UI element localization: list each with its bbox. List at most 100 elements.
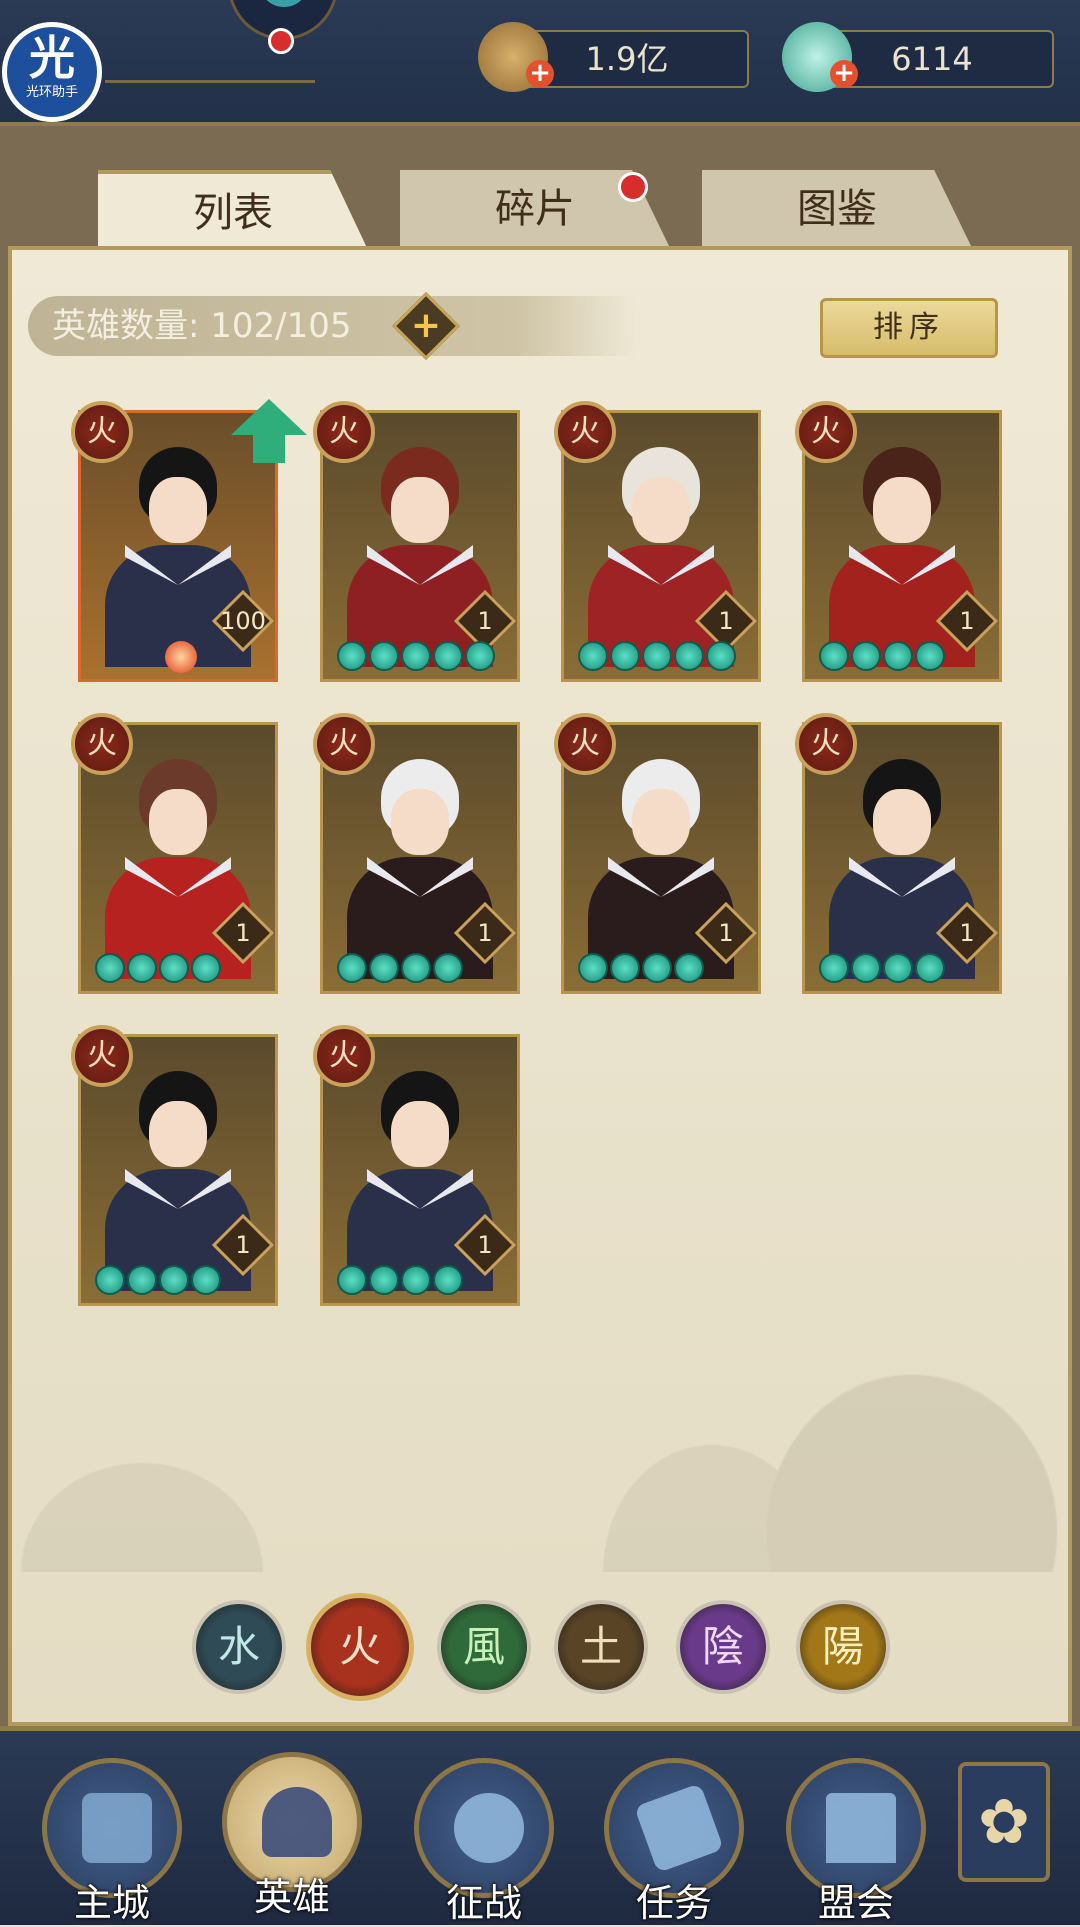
fire-element-icon: 火 <box>71 713 133 775</box>
jade-star-icon <box>915 641 945 671</box>
hero-card[interactable]: 火1 <box>313 1025 520 1306</box>
flame-swirl-icon <box>165 641 197 673</box>
jade-star-icon <box>578 641 608 671</box>
jade-star-icon <box>337 953 367 983</box>
hero-level: 1 <box>718 607 734 635</box>
upgrade-arrow-icon <box>231 399 307 435</box>
jade-star-icon <box>95 1265 125 1295</box>
jade-star-icon <box>369 1265 399 1295</box>
jade-star-icon <box>159 1265 189 1295</box>
jade-star-icon <box>851 953 881 983</box>
hero-level: 1 <box>477 607 493 635</box>
nav-heroes-label: 英雄 <box>253 1875 330 1919</box>
jade-star-icon <box>337 641 367 671</box>
element-filter-6[interactable]: 陽 <box>796 1600 890 1694</box>
hero-level: 100 <box>220 607 266 635</box>
jade-star-icon <box>819 641 849 671</box>
nav-alliance[interactable]: 盟会 <box>786 1758 926 1925</box>
copper-amount: 1.9亿 <box>585 40 669 78</box>
jade-star-icon <box>191 953 221 983</box>
divider <box>105 80 315 83</box>
sort-button[interactable]: 排序 <box>820 298 998 358</box>
element-filter-4[interactable]: 土 <box>554 1600 648 1694</box>
jade-star-icon <box>642 953 672 983</box>
fire-element-icon: 火 <box>795 713 857 775</box>
element-filter-2[interactable]: 火 <box>306 1593 414 1701</box>
jade-amount: 6114 <box>891 40 973 78</box>
hero-level: 1 <box>235 919 251 947</box>
fire-element-icon: 火 <box>795 401 857 463</box>
nav-alliance-label: 盟会 <box>817 1881 894 1925</box>
tab-fragments-label: 碎片 <box>495 186 575 232</box>
hero-card[interactable]: 火1 <box>71 713 278 994</box>
sort-button-label: 排序 <box>873 310 945 345</box>
hero-card[interactable]: 火1 <box>313 401 520 682</box>
hero-level: 1 <box>959 607 975 635</box>
jade-star-icon <box>706 641 736 671</box>
element-filter-5[interactable]: 陰 <box>676 1600 770 1694</box>
element-filter-3[interactable]: 風 <box>437 1600 531 1694</box>
nav-main-city-label: 主城 <box>73 1881 150 1925</box>
fire-element-icon: 火 <box>71 401 133 463</box>
jade-star-icon <box>369 641 399 671</box>
jade-star-icon <box>401 1265 431 1295</box>
hero-level: 1 <box>477 1231 493 1259</box>
hero-count-label: 英雄数量: 102/105 <box>52 306 352 346</box>
jade-star-icon <box>95 953 125 983</box>
element-filter-1[interactable]: 水 <box>192 1600 286 1694</box>
jade-star-icon <box>465 641 495 671</box>
nav-campaign[interactable]: 征战 <box>414 1758 554 1925</box>
notification-dot <box>268 28 294 54</box>
hero-card[interactable]: 火 100 <box>71 399 307 682</box>
jade-star-icon <box>191 1265 221 1295</box>
jade-star-icon <box>915 953 945 983</box>
hero-card[interactable]: 火1 <box>795 401 1002 682</box>
nav-campaign-label: 征战 <box>445 1881 522 1925</box>
helper-badge-glyph: 光 <box>29 31 75 85</box>
hero-stars <box>578 953 704 983</box>
hero-stars <box>337 953 463 983</box>
nav-tasks-label: 任务 <box>635 1881 712 1925</box>
jade-star-icon <box>337 1265 367 1295</box>
hero-stars <box>337 641 495 671</box>
upgrade-arrow-stem <box>253 433 285 463</box>
hero-level: 1 <box>235 1231 251 1259</box>
add-copper-button[interactable]: + <box>526 60 554 88</box>
jade-star-icon <box>642 641 672 671</box>
hero-count: 英雄数量: 102/105 <box>28 296 638 356</box>
plus-icon: + <box>410 305 442 346</box>
hero-card[interactable]: 火1 <box>71 1025 278 1306</box>
hero-level: 1 <box>477 919 493 947</box>
more-menu-button[interactable]: ✿ <box>958 1762 1050 1882</box>
bird-icon <box>259 0 309 7</box>
jade-star-icon <box>433 1265 463 1295</box>
hero-stars <box>819 953 945 983</box>
jade-star-icon <box>883 953 913 983</box>
jade-star-icon <box>819 953 849 983</box>
jade-star-icon <box>159 953 189 983</box>
jade-star-icon <box>674 641 704 671</box>
hero-level: 1 <box>718 919 734 947</box>
jade-star-icon <box>610 953 640 983</box>
fragments-notification-dot <box>618 172 648 202</box>
helper-app-badge[interactable]: 光 光环助手 <box>2 22 102 122</box>
fire-element-icon: 火 <box>554 401 616 463</box>
hero-stars <box>95 953 221 983</box>
hero-card[interactable]: 火1 <box>554 713 761 994</box>
jade-star-icon <box>610 641 640 671</box>
jade-star-icon <box>851 641 881 671</box>
fire-element-icon: 火 <box>313 713 375 775</box>
hero-card[interactable]: 火1 <box>795 713 1002 994</box>
jade-star-icon <box>127 953 157 983</box>
jade-star-icon <box>674 953 704 983</box>
hero-card[interactable]: 火1 <box>313 713 520 994</box>
nav-tasks[interactable]: 任务 <box>604 1758 744 1925</box>
tab-list[interactable]: 列表 <box>98 170 368 250</box>
jade-star-icon <box>401 953 431 983</box>
hero-card[interactable]: 火1 <box>554 401 761 682</box>
nav-heroes[interactable]: 英雄 <box>222 1752 362 1919</box>
tab-codex[interactable]: 图鉴 <box>702 170 972 248</box>
add-jade-button[interactable]: + <box>830 60 858 88</box>
nav-main-city[interactable]: 主城 <box>42 1758 182 1925</box>
jade-star-icon <box>433 641 463 671</box>
